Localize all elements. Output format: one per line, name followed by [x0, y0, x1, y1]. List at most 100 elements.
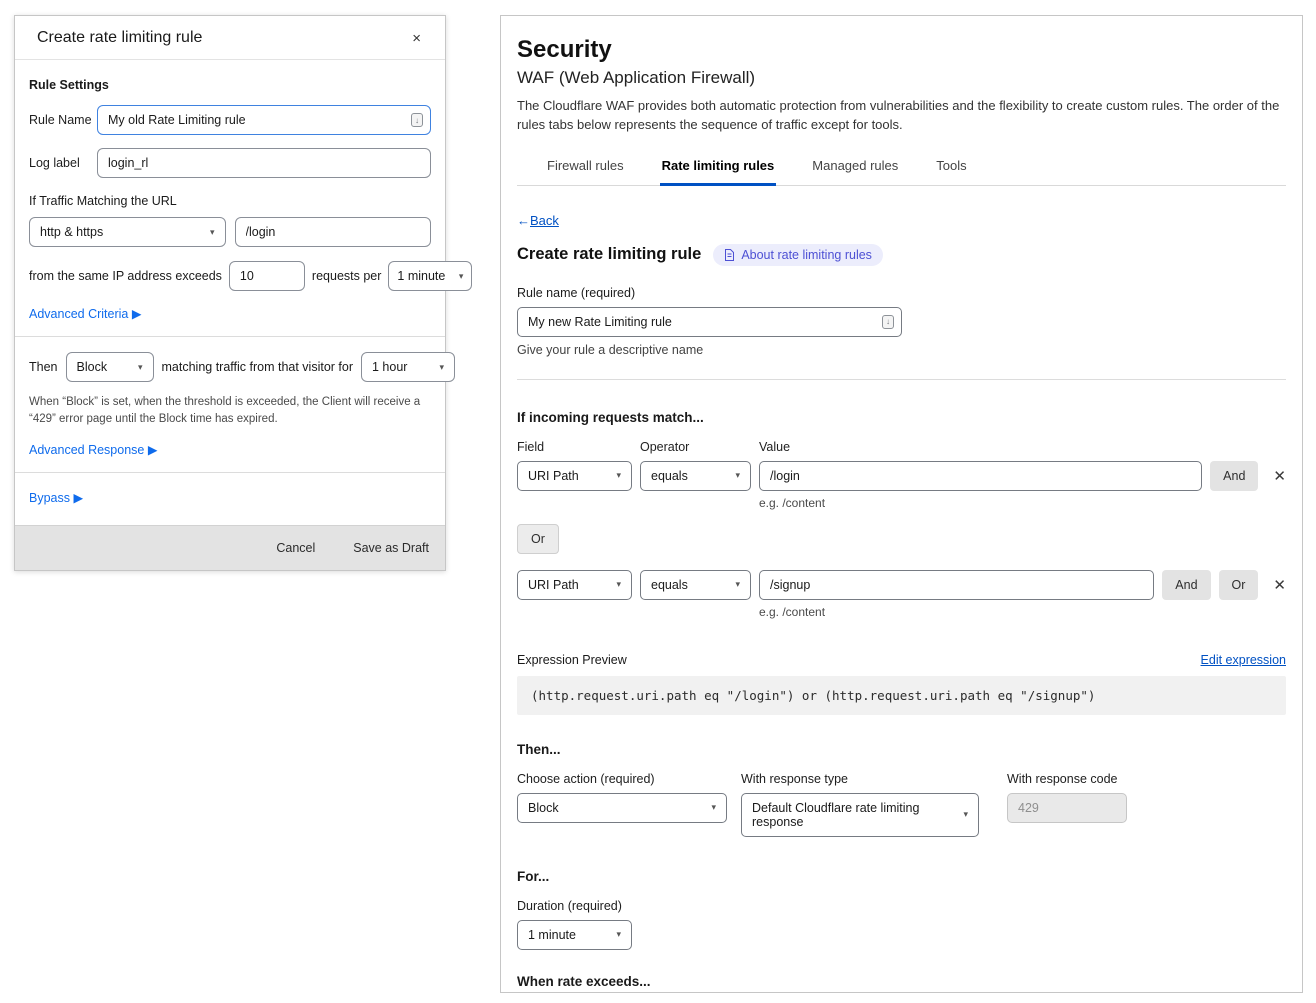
chevron-down-icon: ▾ — [616, 470, 621, 481]
for-heading: For... — [517, 869, 1286, 884]
form-title: Create rate limiting rule — [517, 245, 701, 264]
tab-firewall-rules[interactable]: Firewall rules — [545, 149, 626, 185]
traffic-matching-heading: If Traffic Matching the URL — [29, 194, 431, 208]
back-link[interactable]: ←Back — [517, 213, 559, 228]
then-heading: Then... — [517, 742, 1286, 757]
scheme-select[interactable]: http & https ▾ — [29, 217, 226, 247]
operator-select[interactable]: equals ▾ — [640, 570, 751, 600]
cancel-button[interactable]: Cancel — [276, 541, 315, 555]
rule-name-section: Rule name (required) ↓ Give your rule a … — [517, 286, 1286, 357]
chevron-down-icon: ▾ — [735, 470, 740, 481]
chevron-down-icon: ▾ — [735, 579, 740, 590]
action-row: Choose action (required) Block ▾ With re… — [517, 772, 1286, 837]
value-hint: e.g. /content — [759, 496, 1286, 510]
response-type-label: With response type — [741, 772, 979, 786]
dialog-footer: Cancel Save as Draft — [15, 525, 445, 570]
url-match-row: http & https ▾ — [29, 217, 431, 247]
or-button[interactable]: Or — [517, 524, 559, 554]
log-label-row: Log label — [29, 148, 431, 178]
page-subtitle: WAF (Web Application Firewall) — [517, 68, 1286, 88]
divider — [15, 336, 445, 337]
chevron-down-icon: ▾ — [439, 362, 444, 373]
create-rate-limiting-rule-dialog: Create rate limiting rule × Rule Setting… — [14, 15, 446, 571]
about-rate-limiting-badge[interactable]: About rate limiting rules — [713, 244, 883, 266]
response-type-select[interactable]: Default Cloudflare rate limiting respons… — [741, 793, 979, 837]
tab-rate-limiting-rules[interactable]: Rate limiting rules — [660, 149, 777, 186]
url-input[interactable] — [235, 217, 432, 247]
operator-select-value: equals — [651, 578, 688, 592]
dialog-header: Create rate limiting rule × — [15, 16, 445, 60]
tab-tools[interactable]: Tools — [934, 149, 968, 185]
page-description: The Cloudflare WAF provides both automat… — [517, 97, 1286, 135]
rule-settings-heading: Rule Settings — [29, 78, 431, 92]
then-row: Then Block ▾ matching traffic from that … — [29, 352, 431, 382]
operator-select[interactable]: equals ▾ — [640, 461, 751, 491]
and-button[interactable]: And — [1210, 461, 1258, 491]
operator-select-value: equals — [651, 469, 688, 483]
doc-icon — [724, 249, 735, 261]
dialog-title: Create rate limiting rule — [37, 29, 202, 47]
condition-column-labels: Field Operator Value — [517, 440, 1286, 454]
edit-expression-link[interactable]: Edit expression — [1201, 653, 1286, 667]
block-note: When “Block” is set, when the threshold … — [29, 394, 431, 429]
action-select[interactable]: Block ▾ — [66, 352, 154, 382]
back-label: Back — [530, 213, 559, 228]
condition-row-2: URI Path ▾ equals ▾ And Or ✕ — [517, 570, 1286, 600]
chevron-down-icon: ▾ — [138, 362, 143, 373]
rule-name-input[interactable] — [517, 307, 902, 337]
condition-row-1: URI Path ▾ equals ▾ And ✕ — [517, 461, 1286, 491]
advanced-criteria-link[interactable]: Advanced Criteria ▶ — [29, 306, 141, 321]
field-select-value: URI Path — [528, 469, 579, 483]
security-waf-panel: Security WAF (Web Application Firewall) … — [500, 15, 1303, 993]
close-icon[interactable]: × — [410, 30, 423, 47]
chevron-down-icon: ▾ — [616, 929, 621, 940]
expression-code: (http.request.uri.path eq "/login") or (… — [517, 676, 1286, 715]
response-code-col: With response code — [1007, 772, 1127, 837]
form-title-row: Create rate limiting rule About rate lim… — [517, 244, 1286, 266]
and-button[interactable]: And — [1162, 570, 1210, 600]
then-label: Then — [29, 360, 58, 374]
autofill-icon[interactable]: ↓ — [411, 113, 423, 127]
period-select[interactable]: 1 minute ▾ — [388, 261, 472, 291]
remove-condition-icon[interactable]: ✕ — [1273, 576, 1286, 594]
log-label-input[interactable] — [97, 148, 431, 178]
dialog-body: Rule Settings Rule Name ↓ Log label If T… — [15, 60, 445, 525]
log-label-label: Log label — [29, 156, 97, 170]
choose-action-select[interactable]: Block ▾ — [517, 793, 727, 823]
rule-name-input[interactable] — [97, 105, 431, 135]
bypass-link[interactable]: Bypass ▶ — [29, 490, 83, 505]
back-arrow-icon: ← — [517, 213, 530, 228]
threshold-middle: requests per — [312, 269, 381, 283]
tab-managed-rules[interactable]: Managed rules — [810, 149, 900, 185]
rate-heading: When rate exceeds... — [517, 974, 1286, 989]
rule-name-input-wrap: ↓ — [97, 105, 431, 135]
field-select-value: URI Path — [528, 578, 579, 592]
requests-input[interactable] — [229, 261, 305, 291]
field-select[interactable]: URI Path ▾ — [517, 461, 632, 491]
scheme-select-value: http & https — [40, 225, 103, 239]
duration-select[interactable]: 1 minute ▾ — [517, 920, 632, 950]
page-title: Security — [517, 36, 1286, 64]
field-column-label: Field — [517, 440, 640, 454]
match-heading: If incoming requests match... — [517, 410, 1286, 425]
field-select[interactable]: URI Path ▾ — [517, 570, 632, 600]
value-input[interactable] — [759, 461, 1202, 491]
rule-name-input-wrap: ↓ — [517, 307, 902, 337]
expression-preview-label: Expression Preview — [517, 653, 627, 667]
save-as-draft-button[interactable]: Save as Draft — [353, 541, 429, 555]
period-select-value: 1 minute — [397, 269, 445, 283]
duration-value: 1 minute — [528, 928, 576, 942]
advanced-response-link[interactable]: Advanced Response ▶ — [29, 442, 157, 457]
chevron-down-icon: ▾ — [711, 802, 716, 813]
block-duration-value: 1 hour — [372, 360, 407, 374]
or-button[interactable]: Or — [1219, 570, 1259, 600]
block-duration-select[interactable]: 1 hour ▾ — [361, 352, 455, 382]
action-select-value: Block — [77, 360, 108, 374]
tab-bar: Firewall rules Rate limiting rules Manag… — [517, 149, 1286, 186]
response-type-col: With response type Default Cloudflare ra… — [741, 772, 979, 837]
duration-label: Duration (required) — [517, 899, 1286, 913]
chevron-down-icon: ▾ — [459, 271, 464, 282]
value-input[interactable] — [759, 570, 1154, 600]
autofill-icon[interactable]: ↓ — [882, 315, 894, 329]
remove-condition-icon[interactable]: ✕ — [1273, 467, 1286, 485]
